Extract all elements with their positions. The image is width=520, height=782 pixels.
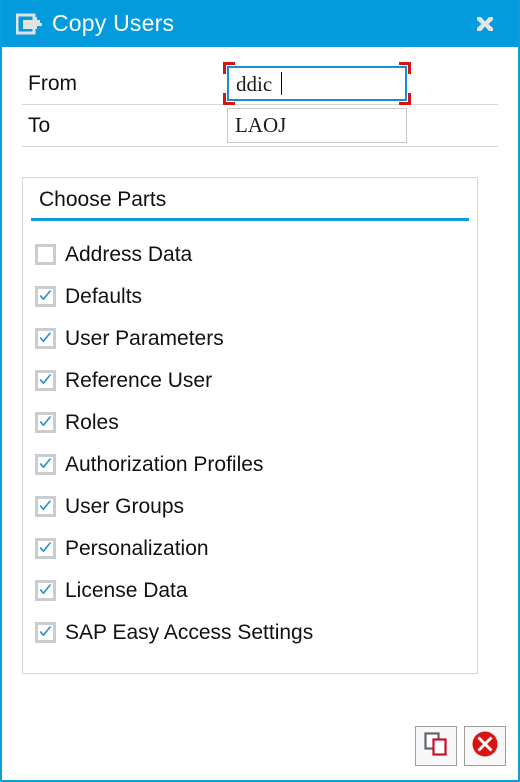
check-row-user-parameters[interactable]: User Parameters [35,317,477,359]
check-label: Authorization Profiles [65,452,264,476]
cancel-circle-icon [471,730,499,763]
check-row-address-data[interactable]: Address Data [35,233,477,275]
parts-checklist: Address Data Defaults User Parameters Re… [23,221,477,653]
check-row-sap-easy-access-settings[interactable]: SAP Easy Access Settings [35,611,477,653]
dialog-footer [415,726,506,766]
dialog-title-bar: Copy Users [2,0,518,47]
copy-icon [423,731,449,762]
check-row-personalization[interactable]: Personalization [35,527,477,569]
checkbox-address-data[interactable] [35,243,56,265]
checkbox-defaults[interactable] [35,285,56,307]
checkbox-roles[interactable] [35,411,56,433]
form-row-to: To LAOJ [22,105,498,147]
from-label: From [28,71,77,95]
text-caret [281,72,282,95]
check-label: Personalization [65,536,209,560]
choose-parts-panel: Choose Parts Address Data Defaults User … [22,177,478,674]
copy-button[interactable] [415,726,457,766]
cancel-button[interactable] [464,726,506,766]
check-row-license-data[interactable]: License Data [35,569,477,611]
checkbox-personalization[interactable] [35,537,56,559]
check-label: User Groups [65,494,185,518]
checkbox-license-data[interactable] [35,579,56,601]
copy-export-icon [15,13,42,35]
choose-parts-header: Choose Parts [31,178,469,221]
checkbox-user-groups[interactable] [35,495,56,517]
checkbox-reference-user[interactable] [35,369,56,391]
from-input-wrap: ddic [223,62,411,105]
to-input[interactable]: LAOJ [227,108,407,143]
checkbox-authorization-profiles[interactable] [35,453,56,475]
check-row-user-groups[interactable]: User Groups [35,485,477,527]
check-row-authorization-profiles[interactable]: Authorization Profiles [35,443,477,485]
check-label: Reference User [65,368,213,392]
check-label: Defaults [65,284,143,308]
checkbox-sap-easy-access-settings[interactable] [35,621,56,643]
check-label: User Parameters [65,326,224,350]
dialog-title: Copy Users [52,10,175,36]
from-input[interactable]: ddic [227,66,407,101]
checkbox-user-parameters[interactable] [35,327,56,349]
check-label: Roles [65,410,119,434]
check-row-reference-user[interactable]: Reference User [35,359,477,401]
choose-parts-title: Choose Parts [39,188,167,211]
close-icon[interactable] [470,9,500,39]
check-row-defaults[interactable]: Defaults [35,275,477,317]
check-row-roles[interactable]: Roles [35,401,477,443]
form-row-from: From ddic [22,62,498,105]
check-label: Address Data [65,242,193,266]
to-label: To [28,113,51,137]
check-label: License Data [65,578,188,602]
to-input-wrap: LAOJ [227,108,407,143]
check-label: SAP Easy Access Settings [65,620,314,644]
copy-users-dialog: Copy Users From ddic To LAOJ Choose Part… [0,0,520,782]
user-form: From ddic To LAOJ [2,62,518,147]
